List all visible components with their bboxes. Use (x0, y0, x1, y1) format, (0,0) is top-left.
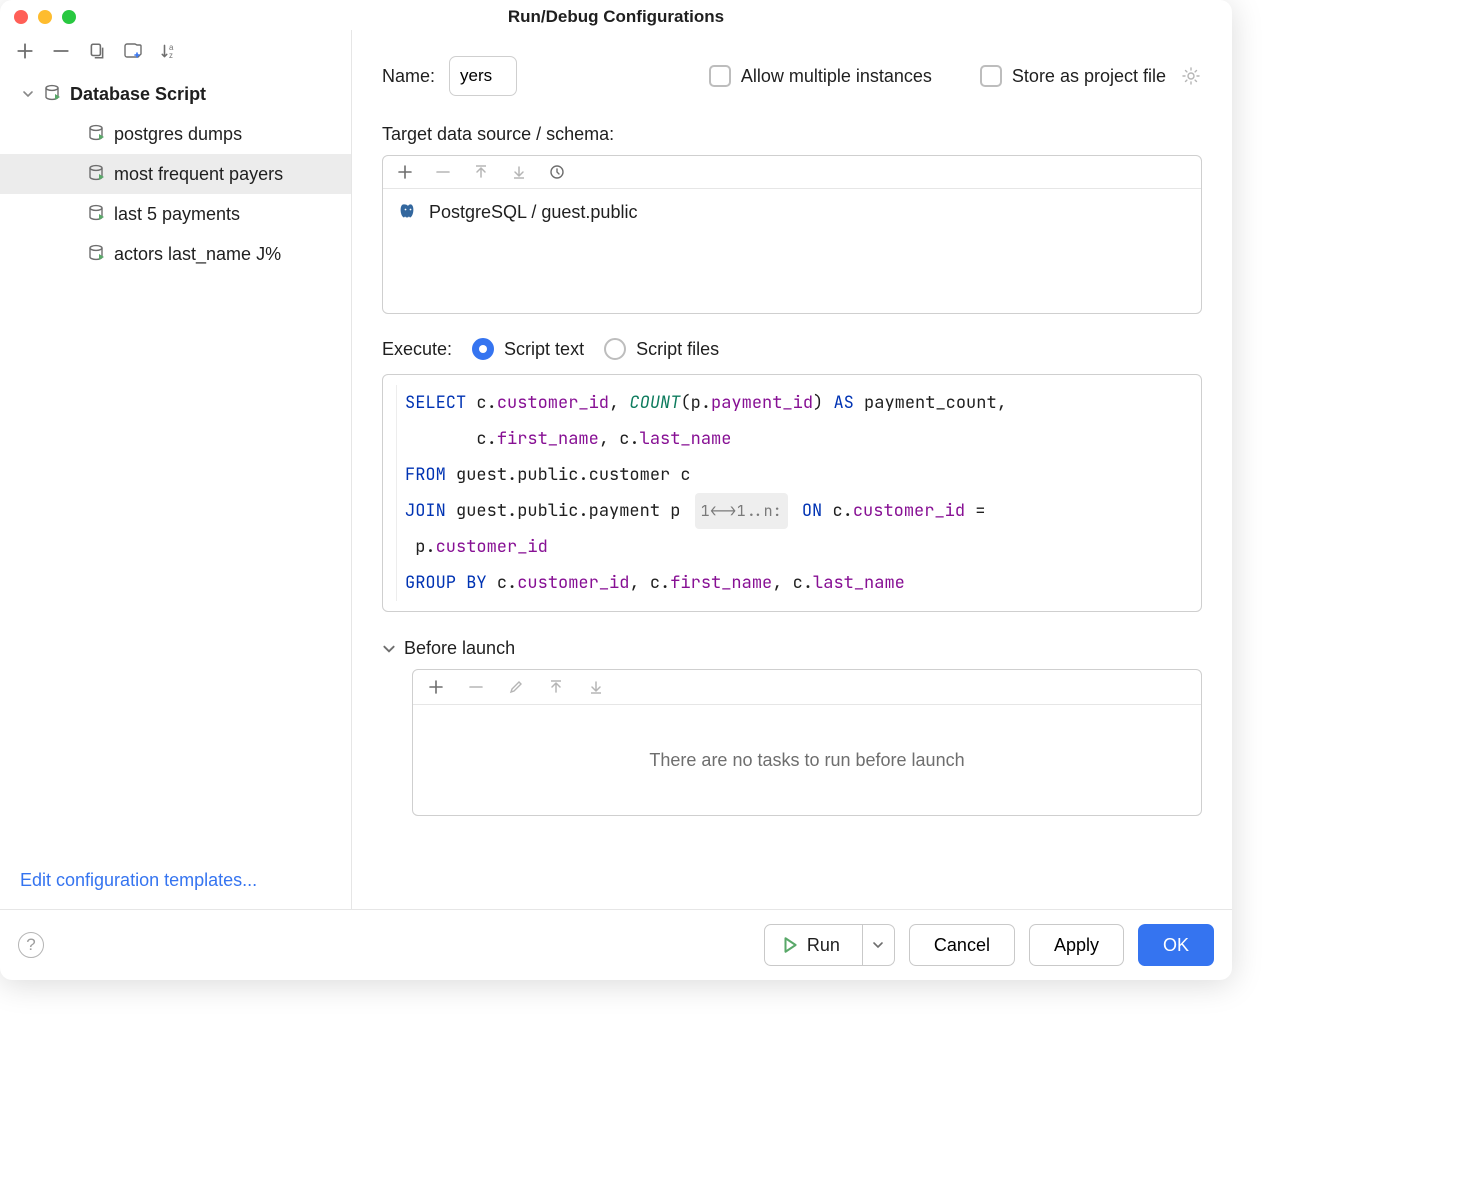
run-dropdown-button[interactable] (863, 924, 895, 966)
checkbox-icon (980, 65, 1002, 87)
data-source-label: PostgreSQL / guest.public (429, 202, 637, 223)
tree-root-label: Database Script (70, 84, 206, 105)
tree-item-most-frequent-payers[interactable]: most frequent payers (0, 154, 351, 194)
database-icon (42, 83, 64, 105)
database-icon (86, 163, 108, 185)
store-as-project-label: Store as project file (1012, 66, 1166, 87)
before-launch-header[interactable]: Before launch (382, 638, 1202, 659)
tree-item-label: most frequent payers (114, 164, 283, 185)
tree-root-database-script[interactable]: Database Script (0, 74, 351, 114)
editor-gutter (383, 385, 397, 601)
bl-remove-icon[interactable] (465, 676, 487, 698)
run-button[interactable]: Run (764, 924, 863, 966)
before-launch-empty-text: There are no tasks to run before launch (413, 705, 1201, 815)
add-config-icon[interactable] (14, 40, 36, 62)
tree-item-label: last 5 payments (114, 204, 240, 225)
name-label: Name: (382, 66, 435, 87)
chevron-down-icon (20, 86, 36, 102)
target-datasource-label: Target data source / schema: (382, 124, 1202, 145)
help-button[interactable]: ? (18, 932, 44, 958)
window-title: Run/Debug Configurations (0, 7, 1232, 27)
bl-add-icon[interactable] (425, 676, 447, 698)
allow-multiple-instances-checkbox[interactable]: Allow multiple instances (709, 65, 932, 87)
remove-config-icon[interactable] (50, 40, 72, 62)
ok-button[interactable]: OK (1138, 924, 1214, 966)
editor-content: SELECT c.customer_id, COUNT(p.payment_id… (405, 385, 1007, 601)
detail-pane: Name: Allow multiple instances Store as … (352, 30, 1232, 909)
bl-move-up-icon[interactable] (545, 676, 567, 698)
ds-history-icon[interactable] (547, 162, 567, 182)
before-launch-box: There are no tasks to run before launch (412, 669, 1202, 816)
cancel-button[interactable]: Cancel (909, 924, 1015, 966)
run-label: Run (807, 935, 840, 956)
join-hint-badge: 1<->1..n: (695, 493, 788, 529)
close-window-button[interactable] (14, 10, 28, 24)
radio-checked-icon (472, 338, 494, 360)
store-as-project-file-checkbox[interactable]: Store as project file (980, 65, 1166, 87)
database-icon (86, 243, 108, 265)
apply-button[interactable]: Apply (1029, 924, 1124, 966)
svg-text:z: z (169, 51, 173, 60)
ds-move-down-icon[interactable] (509, 162, 529, 182)
database-icon (86, 203, 108, 225)
copy-config-icon[interactable] (86, 40, 108, 62)
execute-script-files-radio[interactable]: Script files (604, 338, 719, 360)
bl-move-down-icon[interactable] (585, 676, 607, 698)
postgresql-icon (397, 201, 419, 223)
checkbox-icon (709, 65, 731, 87)
tree-item-postgres-dumps[interactable]: postgres dumps (0, 114, 351, 154)
ds-move-up-icon[interactable] (471, 162, 491, 182)
allow-multiple-label: Allow multiple instances (741, 66, 932, 87)
maximize-window-button[interactable] (62, 10, 76, 24)
execute-label: Execute: (382, 339, 452, 360)
edit-templates-link[interactable]: Edit configuration templates... (20, 870, 257, 890)
tree-item-last-5-payments[interactable]: last 5 payments (0, 194, 351, 234)
tree-item-actors-lastname-j[interactable]: actors last_name J% (0, 234, 351, 274)
gear-icon[interactable] (1180, 65, 1202, 87)
play-icon (781, 936, 799, 954)
save-config-icon[interactable] (122, 40, 144, 62)
data-source-item[interactable]: PostgreSQL / guest.public (397, 201, 1187, 223)
tree-item-label: postgres dumps (114, 124, 242, 145)
chevron-down-icon (382, 642, 396, 656)
radio-label: Script files (636, 339, 719, 360)
ds-remove-icon[interactable] (433, 162, 453, 182)
minimize-window-button[interactable] (38, 10, 52, 24)
radio-label: Script text (504, 339, 584, 360)
tree-item-label: actors last_name J% (114, 244, 281, 265)
execute-script-text-radio[interactable]: Script text (472, 338, 584, 360)
script-text-editor[interactable]: SELECT c.customer_id, COUNT(p.payment_id… (382, 374, 1202, 612)
ds-add-icon[interactable] (395, 162, 415, 182)
radio-unchecked-icon (604, 338, 626, 360)
before-launch-label: Before launch (404, 638, 515, 659)
database-icon (86, 123, 108, 145)
sort-icon[interactable]: az (158, 40, 180, 62)
bl-edit-icon[interactable] (505, 676, 527, 698)
name-input[interactable] (449, 56, 517, 96)
sidebar: az Database Script post (0, 30, 352, 909)
target-datasource-box: PostgreSQL / guest.public (382, 155, 1202, 314)
